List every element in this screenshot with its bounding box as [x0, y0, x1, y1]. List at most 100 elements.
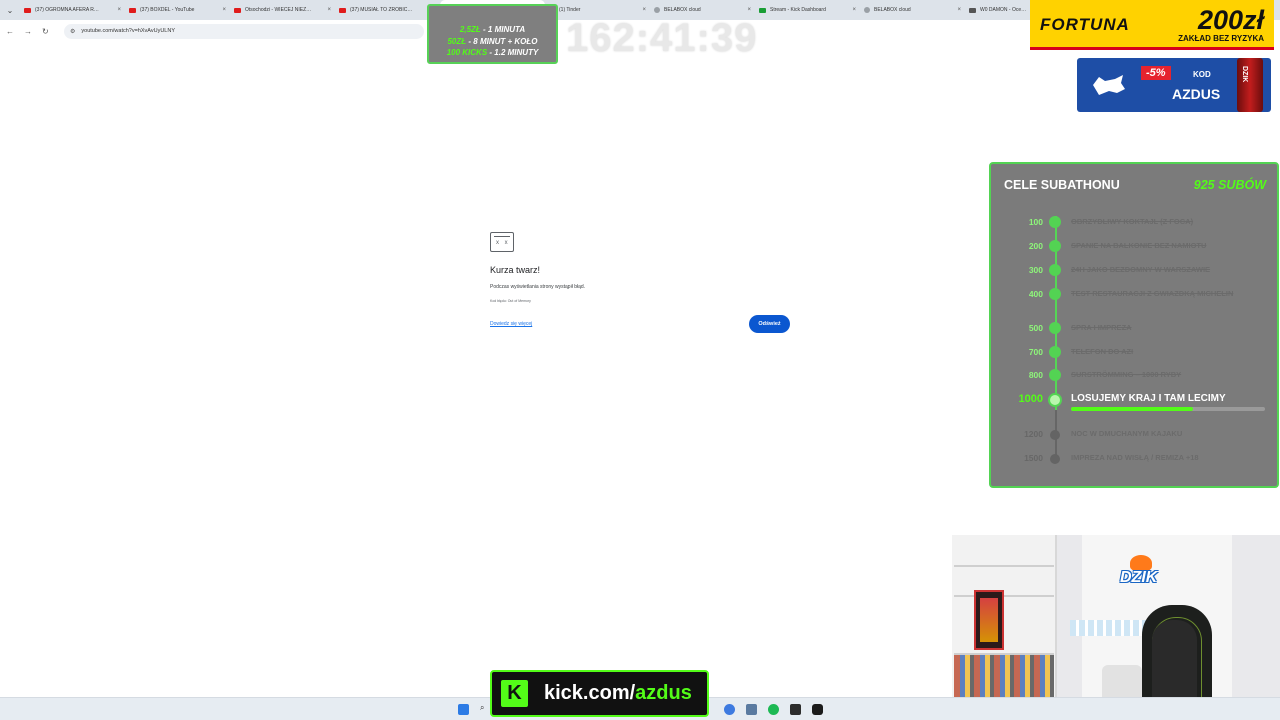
youtube-icon — [234, 7, 241, 13]
back-icon[interactable]: ← — [6, 27, 18, 36]
tab-close-icon[interactable]: × — [222, 7, 226, 13]
tab-title: (37) OGROMNA AFERA R… — [35, 7, 99, 13]
mini-fridge-image — [974, 590, 1004, 650]
goals-sub-count: 925 SUBÓW — [1193, 178, 1266, 192]
goal-threshold: 300 — [1028, 265, 1043, 275]
can-label: DZIK — [1241, 66, 1248, 83]
reload-button[interactable]: Odśwież — [749, 315, 790, 333]
browser-app-icon[interactable] — [724, 704, 735, 715]
promo-line-3: 100 KICKS - 1.2 MINUTY — [446, 48, 539, 57]
error-page: x x Kurza twarz! Podczas wyświetlania st… — [490, 232, 790, 333]
goal-progress-bar — [1071, 407, 1265, 411]
error-description: Podczas wyświetlania strony wystąpił błą… — [490, 284, 586, 290]
goal-threshold: 800 — [1028, 370, 1043, 380]
tab-title: BELABOX cloud — [874, 7, 911, 13]
store-app-icon[interactable] — [746, 704, 757, 715]
youtube-icon — [129, 7, 136, 13]
browser-tab[interactable]: Stream - Kick Dashboard × — [755, 0, 860, 20]
windows-start-icon[interactable] — [458, 704, 469, 715]
goals-title: CELE SUBATHONU — [1004, 178, 1120, 192]
error-title: Kurza twarz! — [490, 265, 541, 275]
tab-close-icon[interactable]: × — [117, 7, 121, 13]
browser-tab[interactable]: (37) MUSIAŁ TO ZROBIĆ…× — [335, 0, 440, 20]
kick-logo-icon: K — [501, 680, 528, 707]
doc-icon — [969, 7, 976, 13]
goal-text: OBRZYDLIWY KOKTAJL (Z FOCA) — [1071, 217, 1194, 226]
tab-title: Stream - Kick Dashboard — [770, 7, 826, 13]
goal-marker — [1048, 393, 1062, 407]
browser-tab[interactable]: BELABOX cloud × — [860, 0, 965, 20]
bull-icon — [1093, 75, 1125, 95]
fortuna-tagline: ZAKŁAD BEZ RYZYKA — [1178, 34, 1264, 43]
tab-close-icon[interactable]: × — [327, 7, 331, 13]
goal-marker — [1049, 346, 1061, 358]
promo-line-2: 50ZŁ - 8 MINUT + KOŁO — [447, 36, 538, 46]
youtube-icon — [339, 7, 346, 13]
browser-tab[interactable]: (37) BOXDEL - YouTube × — [125, 0, 230, 20]
tab-search-icon[interactable]: ⌄ — [0, 0, 20, 20]
goal-text: LOSUJEMY KRAJ I TAM LECIMY — [1071, 393, 1226, 404]
goal-threshold: 700 — [1028, 347, 1043, 357]
fortuna-amount: 200zł — [1197, 5, 1264, 35]
tab-close-icon[interactable]: × — [747, 7, 751, 13]
tab-title: Otsochodzi - WIECEJ NIEŻ… — [245, 7, 312, 13]
learn-more-link[interactable]: Dowiedz się więcej — [490, 321, 532, 327]
globe-icon — [654, 7, 660, 13]
terminal-app-icon[interactable] — [790, 704, 801, 715]
goal-text: NOC W DMUCHANYM KAJAKU — [1071, 429, 1183, 438]
browser-tab[interactable]: Otsochodzi - WIECEJ NIEŻ… × — [230, 0, 335, 20]
browser-tab[interactable]: (37) OGROMNA AFERA R… × — [20, 0, 125, 20]
tab-close-icon[interactable]: × — [642, 7, 646, 13]
tab-title: (37) MUSIAŁ TO ZROBIĆ… — [350, 7, 413, 13]
discount-badge: -5% — [1141, 66, 1171, 80]
dzik-logo-image: DZIK — [1112, 555, 1168, 595]
address-url: youtube.com/watch?v=hXvAvUyULNY — [81, 28, 175, 34]
goal-text: SPANIE NA BALKONIE BEZ NAMIOTU — [1071, 241, 1207, 250]
goal-text: TELEFON DO AZI — [1071, 347, 1134, 356]
site-info-icon[interactable]: ⚙ — [70, 28, 75, 35]
subathon-goals-panel: CELE SUBATHONU 925 SUBÓW 100 OBRZYDLIWY K… — [989, 162, 1279, 488]
goal-marker — [1049, 216, 1061, 228]
sad-tab-icon: x x — [490, 232, 514, 252]
fortuna-ad: FORTUNA 200zł ZAKŁAD BEZ RYZYKA — [1030, 0, 1274, 50]
spotify-app-icon[interactable] — [768, 704, 779, 715]
tab-title: (1) Tinder — [559, 7, 581, 13]
dzik-discount-ad: -5% KOD AZDUS DZIK — [1077, 58, 1271, 112]
goal-marker — [1049, 288, 1061, 300]
reload-icon[interactable]: ↻ — [42, 27, 54, 36]
app-icon[interactable] — [812, 704, 823, 715]
goal-threshold: 1000 — [1018, 393, 1043, 405]
goal-marker — [1049, 240, 1061, 252]
forward-icon[interactable]: → — [24, 27, 36, 36]
goal-text: TEST RESTAURACJI Z GWIAZDKĄ MICHELIN — [1071, 289, 1234, 298]
screen: ⌄ (37) OGROMNA AFERA R… × (37) BOXDEL - Yo… — [0, 0, 1280, 720]
globe-icon — [864, 7, 870, 13]
dzik-logo-text: DZIK — [1120, 569, 1158, 586]
goal-marker — [1050, 430, 1060, 440]
goal-threshold: 400 — [1028, 289, 1043, 299]
goal-marker — [1049, 322, 1061, 334]
fortuna-stripe — [1030, 47, 1274, 50]
address-bar[interactable]: ⚙ youtube.com/watch?v=hXvAvUyULNY — [64, 23, 424, 39]
goal-marker — [1050, 454, 1060, 464]
goal-text: SURSTRÖMMING – 1000 RYBY — [1071, 370, 1182, 379]
tab-close-icon[interactable]: × — [957, 7, 961, 13]
subathon-timer: 162:41:39 — [566, 16, 758, 60]
goal-text: IMPREZA NAD WISŁĄ / REMIZA +18 — [1071, 453, 1199, 462]
goal-threshold: 1500 — [1024, 453, 1043, 463]
fortuna-brand: FORTUNA — [1040, 15, 1130, 34]
donation-promo-overlay: 2,5ZŁ - 1 MINUTA 50ZŁ - 8 MINUT + KOŁO 1… — [427, 4, 558, 64]
goal-text: 24H JAKO BEZDOMNY W WARSZAWIE — [1071, 265, 1211, 274]
goal-marker — [1049, 264, 1061, 276]
webcam-feed: DZIK — [952, 535, 1280, 720]
kick-url: kick.com/azdus — [544, 682, 692, 704]
kick-channel-banner: K kick.com/azdus — [490, 670, 709, 717]
tab-title: BELABOX cloud — [664, 7, 701, 13]
goal-threshold: 100 — [1028, 217, 1043, 227]
goal-progress-fill — [1071, 407, 1194, 411]
promo-line-1: 2,5ZŁ - 1 MINUTA — [459, 25, 526, 34]
shelf-image — [952, 535, 1057, 720]
tab-close-icon[interactable]: × — [852, 7, 856, 13]
energy-can-image: DZIK — [1237, 58, 1263, 112]
goal-marker — [1049, 369, 1061, 381]
